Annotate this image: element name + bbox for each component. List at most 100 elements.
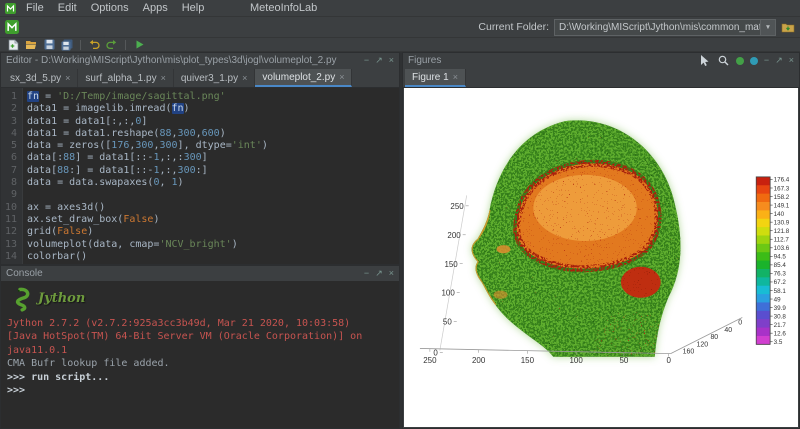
open-file-button[interactable]: [24, 39, 38, 51]
svg-text:167.3: 167.3: [774, 185, 790, 192]
svg-text:150: 150: [521, 356, 535, 365]
editor-tab-surf_alpha_1.py[interactable]: surf_alpha_1.py×: [78, 69, 173, 87]
jython-logo-text: Jython: [38, 292, 85, 305]
menu-item-edit[interactable]: Edit: [51, 2, 84, 14]
figure-tab-1[interactable]: Figure 1 ×: [405, 69, 466, 87]
left-column: Editor - D:\Working\MIScript\Jython\mis\…: [0, 52, 400, 429]
toolbar-separator: [80, 40, 81, 50]
main-toolbar: [0, 38, 800, 52]
line-number: 14: [1, 251, 22, 263]
tab-close-icon[interactable]: ×: [65, 73, 70, 83]
tab-close-icon[interactable]: ×: [453, 72, 458, 82]
svg-text:50: 50: [443, 318, 452, 327]
identify-tool-icon[interactable]: [736, 57, 744, 65]
code-editor[interactable]: 1fn = 'D:/Temp/image/sagittal.png'2data1…: [1, 88, 399, 264]
menu-item-options[interactable]: Options: [84, 2, 136, 14]
svg-text:150: 150: [444, 260, 458, 269]
chevron-down-icon[interactable]: ▼: [760, 20, 775, 35]
svg-text:100: 100: [569, 356, 583, 365]
float-icon[interactable]: ↗: [775, 56, 783, 65]
save-icon: [44, 39, 55, 50]
folder-toolbar: Current Folder: D:\Working\MIScript\Jyth…: [0, 17, 800, 38]
svg-text:158.2: 158.2: [774, 194, 790, 201]
svg-text:130.9: 130.9: [774, 219, 790, 226]
line-number: 11: [1, 214, 22, 226]
editor-tabs: sx_3d_5.py×surf_alpha_1.py×quiver3_1.py×…: [1, 68, 399, 88]
svg-text:67.2: 67.2: [774, 279, 787, 286]
line-number: 10: [1, 202, 22, 214]
tab-close-icon[interactable]: ×: [339, 72, 344, 82]
close-icon[interactable]: ×: [389, 269, 394, 278]
figure-canvas[interactable]: 2502001501005002502001501005001601208040…: [404, 88, 798, 427]
console-line: >>> run script...: [7, 371, 393, 384]
figure-tabs: Figure 1 ×: [403, 68, 799, 88]
console-title: Console: [6, 268, 43, 279]
console-line: >>>: [7, 384, 393, 397]
rotate-tool-icon[interactable]: [750, 57, 758, 65]
float-icon[interactable]: ↗: [375, 269, 383, 278]
volume-plot-figure[interactable]: 2502001501005002502001501005001601208040…: [404, 88, 798, 427]
minimize-icon[interactable]: −: [764, 56, 769, 65]
svg-text:30.8: 30.8: [774, 313, 787, 320]
console-panel: Console − ↗ × Jython Jython 2.7.2 (v2.7.…: [0, 265, 400, 429]
svg-text:200: 200: [472, 356, 486, 365]
menu-item-file[interactable]: File: [19, 2, 51, 14]
line-number: 1: [1, 91, 22, 103]
run-script-button[interactable]: [132, 39, 146, 51]
head-volume-render: [472, 120, 681, 365]
line-number: 12: [1, 226, 22, 238]
tab-close-icon[interactable]: ×: [161, 73, 166, 83]
svg-text:112.7: 112.7: [774, 236, 790, 243]
svg-text:160: 160: [683, 348, 695, 356]
line-number: 4: [1, 128, 22, 140]
line-number: 2: [1, 103, 22, 115]
editor-panel: Editor - D:\Working\MIScript\Jython\mis\…: [0, 52, 400, 265]
tab-label: volumeplot_2.py: [262, 72, 335, 83]
redo-button[interactable]: [105, 39, 119, 51]
undo-button[interactable]: [87, 39, 101, 51]
console-panel-controls: − ↗ ×: [364, 269, 394, 278]
editor-tab-sx_3d_5.py[interactable]: sx_3d_5.py×: [3, 69, 78, 87]
code-line: 12grid(False): [1, 226, 399, 238]
console-line: [Java HotSpot(TM) 64-Bit Server VM (Orac…: [7, 330, 393, 357]
svg-text:39.9: 39.9: [774, 305, 787, 312]
new-script-button[interactable]: [6, 39, 20, 51]
minimize-icon[interactable]: −: [364, 56, 369, 65]
close-icon[interactable]: ×: [789, 56, 794, 65]
line-number: 5: [1, 140, 22, 152]
pointer-icon: [700, 55, 709, 66]
line-number: 7: [1, 165, 22, 177]
editor-tab-quiver3_1.py[interactable]: quiver3_1.py×: [174, 69, 256, 87]
save-all-button[interactable]: [60, 39, 74, 51]
tab-close-icon[interactable]: ×: [242, 73, 247, 83]
code-line: 7data[88:] = data1[::-1,:,300:]: [1, 165, 399, 177]
figures-title: Figures: [408, 55, 441, 66]
line-number: 9: [1, 189, 22, 201]
pointer-tool-button[interactable]: [698, 55, 711, 67]
svg-text:21.7: 21.7: [774, 322, 787, 329]
browse-folder-button[interactable]: [781, 21, 795, 33]
zoom-tool-button[interactable]: [717, 55, 730, 67]
close-icon[interactable]: ×: [389, 56, 394, 65]
svg-text:76.3: 76.3: [774, 271, 787, 278]
meteoinfolab-window: { "window": { "title": "MeteoInfoLab", "…: [0, 0, 800, 426]
save-button[interactable]: [42, 39, 56, 51]
float-icon[interactable]: ↗: [375, 56, 383, 65]
svg-text:250: 250: [450, 202, 464, 211]
run-icon: [134, 39, 145, 50]
editor-tab-volumeplot_2.py[interactable]: volumeplot_2.py ×: [255, 69, 352, 87]
minimize-icon[interactable]: −: [364, 269, 369, 278]
window-title: MeteoInfoLab: [250, 2, 317, 14]
svg-text:0: 0: [666, 356, 671, 365]
line-number: 13: [1, 239, 22, 251]
current-folder-combobox[interactable]: D:\Working\MIScript\Jython\mis\common_ma…: [554, 19, 776, 36]
current-folder-value: D:\Working\MIScript\Jython\mis\common_ma…: [555, 22, 760, 33]
magnifier-icon: [718, 55, 729, 66]
toolbar-separator: [125, 40, 126, 50]
svg-text:49: 49: [774, 296, 781, 303]
console-body[interactable]: Jython Jython 2.7.2 (v2.7.2:925a3cc3b49d…: [1, 281, 399, 428]
code-line: 2data1 = imagelib.imread(fn): [1, 103, 399, 115]
menu-item-apps[interactable]: Apps: [136, 2, 175, 14]
current-folder-label: Current Folder:: [478, 21, 549, 33]
menu-item-help[interactable]: Help: [175, 2, 212, 14]
